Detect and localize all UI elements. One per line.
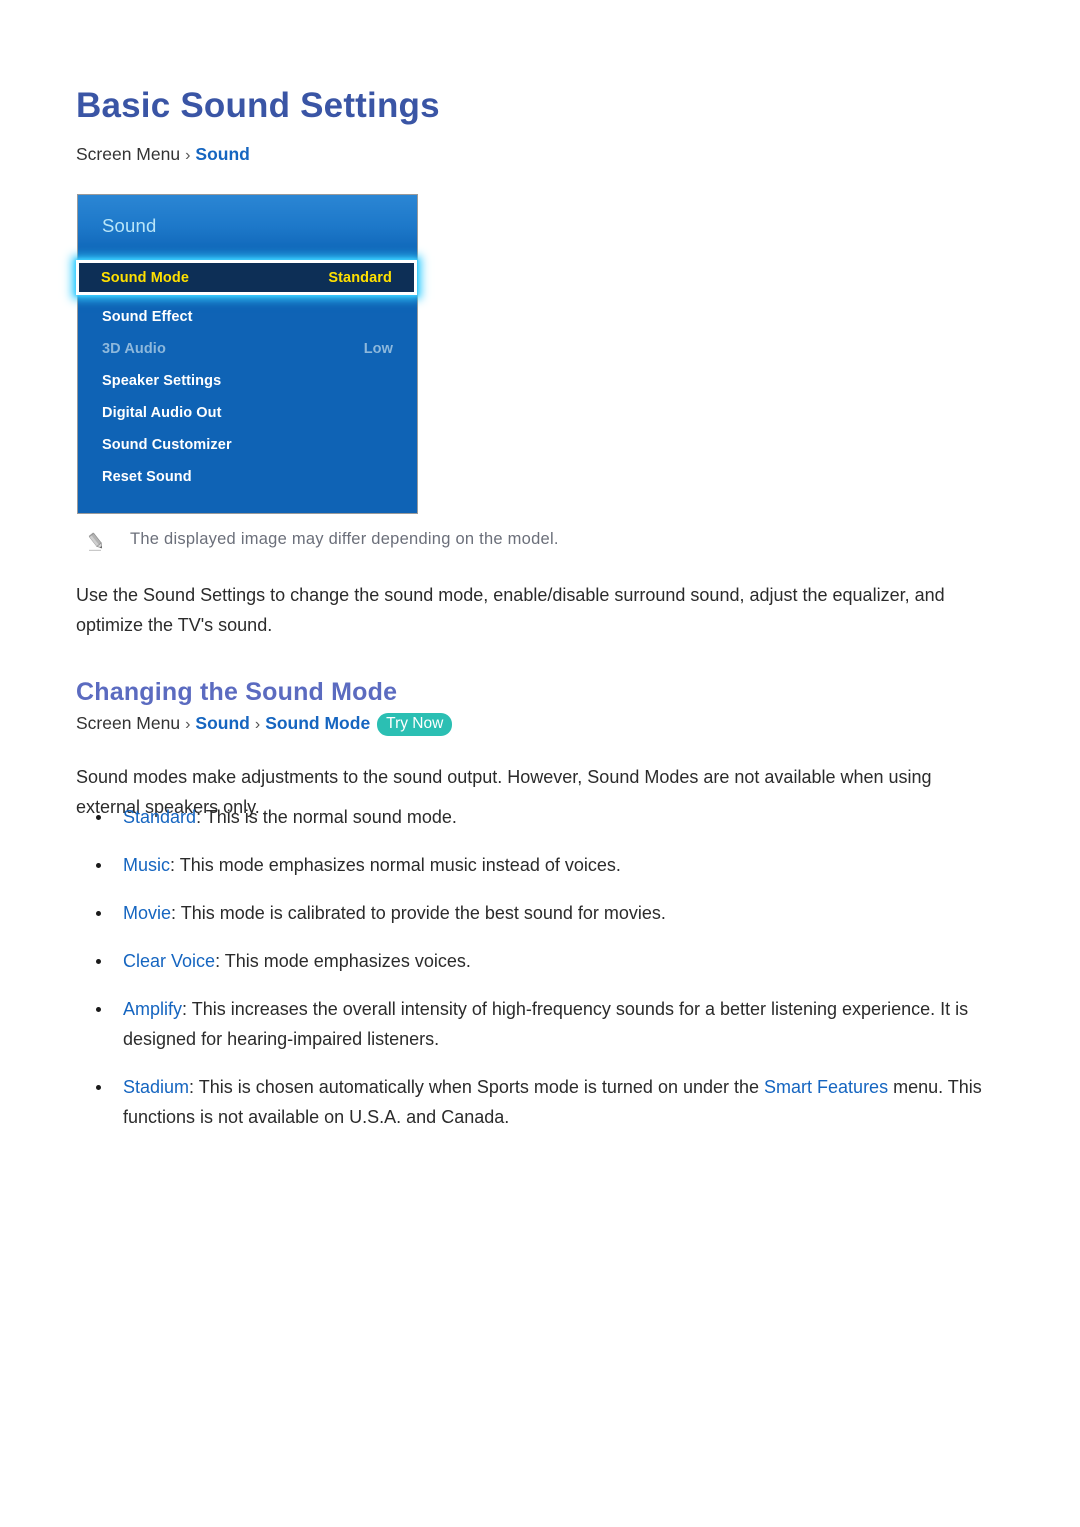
breadcrumb-section: Screen Menu › Sound › Sound Mode Try Now	[76, 713, 453, 737]
list-item-description: : This is the normal sound mode.	[196, 807, 457, 827]
list-item: Amplify: This increases the overall inte…	[76, 994, 996, 1054]
list-item-term: Music	[123, 855, 171, 875]
pencil-icon	[86, 531, 108, 553]
breadcrumb-separator-icon-2: ›	[254, 716, 261, 733]
tv-menu-item-label: Digital Audio Out	[102, 405, 222, 421]
tv-sound-menu-panel: Sound Sound Mode Standard Sound Effect 3…	[76, 194, 418, 514]
breadcrumb-link-sound[interactable]: Sound	[195, 144, 249, 164]
list-item-description-before: : This is chosen automatically when Spor…	[189, 1077, 765, 1097]
breadcrumb-root: Screen Menu	[76, 144, 181, 164]
breadcrumb-root: Screen Menu	[76, 713, 181, 733]
list-item-term: Movie	[123, 903, 172, 923]
list-item-term: Amplify	[123, 999, 183, 1019]
breadcrumb-separator-icon: ›	[185, 147, 191, 164]
tv-menu-header: Sound	[78, 195, 417, 253]
list-item-term: Standard	[123, 807, 197, 827]
tv-menu-item-label: Speaker Settings	[102, 373, 222, 389]
breadcrumb-top: Screen Menu › Sound	[76, 144, 250, 164]
tv-menu-item-sound-effect[interactable]: Sound Effect	[78, 301, 417, 333]
tv-menu-item-digital-audio-out[interactable]: Digital Audio Out	[78, 397, 417, 429]
breadcrumb-link-sound-mode[interactable]: Sound Mode	[265, 713, 370, 733]
tv-menu-item-sound-mode[interactable]: Sound Mode Standard	[76, 260, 417, 295]
breadcrumb-link-sound[interactable]: Sound	[195, 713, 249, 733]
tv-menu-item-label: Sound Customizer	[102, 437, 232, 453]
list-item-description: : This mode emphasizes normal music inst…	[170, 855, 621, 875]
list-item-term: Clear Voice	[123, 951, 216, 971]
list-item: Movie: This mode is calibrated to provid…	[76, 898, 996, 928]
model-note-text: The displayed image may differ depending…	[130, 530, 559, 548]
tv-menu-item-reset-sound[interactable]: Reset Sound	[78, 461, 417, 493]
page-title: Basic Sound Settings	[76, 86, 440, 126]
document-page: Basic Sound Settings Screen Menu › Sound S…	[0, 0, 1080, 1527]
intro-paragraph: Use the Sound Settings to change the sou…	[76, 585, 945, 635]
try-now-badge[interactable]: Try Now	[377, 713, 453, 736]
tv-menu-item-sound-customizer[interactable]: Sound Customizer	[78, 429, 417, 461]
list-item-description: : This increases the overall intensity o…	[123, 999, 969, 1049]
list-item: Clear Voice: This mode emphasizes voices…	[76, 946, 996, 976]
tv-menu-body: Sound Mode Standard Sound Effect 3D Audi…	[76, 253, 417, 513]
list-item-description: : This mode is calibrated to provide the…	[171, 903, 666, 923]
list-item: Stadium: This is chosen automatically wh…	[76, 1072, 996, 1132]
breadcrumb-separator-icon: ›	[185, 716, 191, 733]
list-item-description: : This mode emphasizes voices.	[215, 951, 471, 971]
tv-menu-item-label: Reset Sound	[102, 469, 192, 485]
tv-menu-item-label: 3D Audio	[102, 341, 166, 357]
sound-mode-list: Standard: This is the normal sound mode.…	[76, 802, 996, 1150]
link-smart-features[interactable]: Smart Features	[764, 1077, 888, 1097]
list-item: Standard: This is the normal sound mode.	[76, 802, 996, 832]
section-heading-changing-the-sound-mode: Changing the Sound Mode	[76, 677, 398, 706]
tv-menu-item-3d-audio: 3D Audio Low	[78, 333, 417, 365]
tv-menu-item-label: Sound Effect	[102, 309, 193, 325]
tv-menu-item-label: Sound Mode	[101, 269, 189, 286]
list-item: Music: This mode emphasizes normal music…	[76, 850, 996, 880]
model-note: The displayed image may differ depending…	[86, 530, 559, 552]
tv-menu-item-speaker-settings[interactable]: Speaker Settings	[78, 365, 417, 397]
tv-menu-item-value: Low	[363, 341, 393, 357]
list-item-term: Stadium	[123, 1077, 190, 1097]
tv-menu-item-value: Standard	[328, 269, 392, 286]
tv-menu-title: Sound	[102, 215, 157, 236]
